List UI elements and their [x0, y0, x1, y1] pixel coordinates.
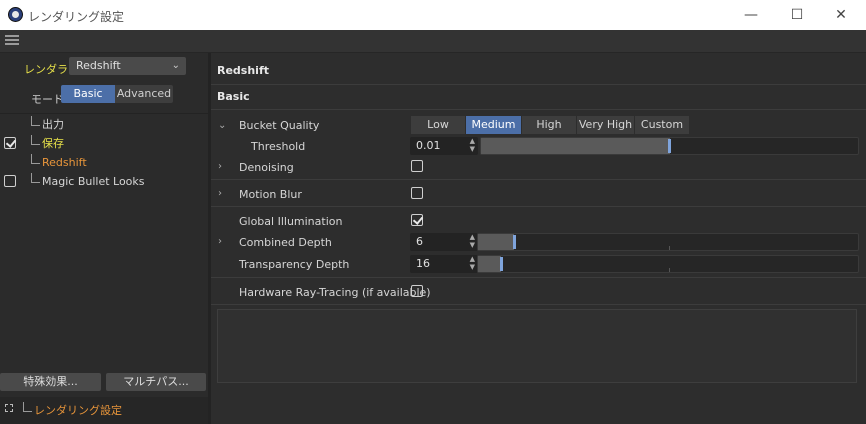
renderer-dropdown[interactable]: Redshift ⌄ [69, 57, 186, 75]
multipass-button[interactable]: マルチパス... [106, 373, 206, 391]
tree-item-label: 保存 [42, 137, 64, 150]
mode-basic-button[interactable]: Basic [61, 85, 115, 103]
combined-depth-label: Combined Depth [239, 236, 332, 249]
combined-depth-input[interactable]: 6 ▲ ▼ [410, 233, 478, 251]
tree-item-label: Magic Bullet Looks [42, 175, 145, 188]
global-illumination-checkbox[interactable] [411, 214, 423, 226]
threshold-value: 0.01 [416, 139, 441, 152]
denoising-checkbox[interactable] [411, 160, 423, 172]
bucket-quality-medium[interactable]: Medium [466, 116, 522, 134]
tree-item-magic-bullet-looks[interactable]: Magic Bullet Looks [31, 172, 145, 191]
global-illumination-label: Global Illumination [239, 215, 343, 228]
spinner-arrows-icon[interactable]: ▲ ▼ [470, 137, 475, 153]
hardware-raytracing-checkbox[interactable] [411, 285, 423, 297]
combined-depth-value: 6 [416, 235, 423, 248]
motion-blur-checkbox[interactable] [411, 187, 423, 199]
settings-sidebar: レンダラー Redshift ⌄ モード Basic Advanced 出力 保… [0, 53, 208, 424]
chevron-right-icon[interactable]: › [218, 236, 222, 247]
spinner-arrows-icon[interactable]: ▲ ▼ [470, 255, 475, 271]
slider-fill [478, 234, 514, 250]
transparency-depth-label: Transparency Depth [239, 258, 350, 271]
tree-item-save[interactable]: 保存 [31, 134, 64, 153]
tree-branch-icon [31, 135, 40, 145]
transparency-depth-value: 16 [416, 257, 430, 270]
divider [211, 179, 866, 180]
bucket-quality-custom[interactable]: Custom [635, 116, 690, 134]
render-setting-item[interactable]: レンダリング設定 [23, 401, 122, 420]
divider [0, 113, 208, 114]
threshold-input[interactable]: 0.01 ▲ ▼ [410, 137, 478, 155]
divider [211, 206, 866, 207]
mode-label: モード [31, 93, 64, 106]
render-setting-label: レンダリング設定 [34, 404, 122, 417]
slider-handle[interactable] [668, 139, 671, 153]
chevron-down-icon[interactable]: ⌄ [218, 120, 226, 131]
title-bar: レンダリング設定 — ☐ ✕ [0, 0, 866, 30]
hardware-raytracing-label: Hardware Ray-Tracing (if available) [239, 286, 431, 299]
divider [211, 304, 866, 305]
slider-fill [481, 138, 670, 154]
toolbar [0, 30, 866, 53]
slider-tick [669, 268, 670, 272]
tree-branch-icon [31, 154, 40, 164]
slider-handle[interactable] [500, 257, 503, 271]
combined-depth-slider[interactable] [477, 233, 859, 251]
threshold-slider[interactable] [480, 137, 859, 155]
tree-item-label: 出力 [42, 118, 64, 131]
transparency-depth-slider[interactable] [477, 255, 859, 273]
tree-item-label: Redshift [42, 156, 87, 169]
close-button[interactable]: ✕ [818, 0, 864, 30]
save-checkbox[interactable] [4, 137, 16, 149]
chevron-right-icon[interactable]: › [218, 188, 222, 199]
hamburger-menu-icon[interactable] [5, 35, 19, 46]
divider [211, 84, 866, 85]
maximize-button[interactable]: ☐ [774, 0, 820, 30]
bucket-quality-low[interactable]: Low [411, 116, 466, 134]
tree-branch-icon [31, 173, 40, 183]
mode-advanced-button[interactable]: Advanced [115, 85, 173, 103]
bucket-quality-very-high[interactable]: Very High [577, 116, 635, 134]
chevron-right-icon[interactable]: › [218, 161, 222, 172]
renderer-dropdown-value: Redshift [76, 59, 121, 72]
panel-header: Redshift [217, 64, 269, 77]
motion-blur-label: Motion Blur [239, 188, 302, 201]
expand-icon[interactable] [5, 404, 13, 412]
render-setting-list: レンダリング設定 [0, 397, 208, 424]
slider-fill [478, 256, 501, 272]
divider [211, 277, 866, 278]
slider-handle[interactable] [513, 235, 516, 249]
spinner-arrows-icon[interactable]: ▲ ▼ [470, 233, 475, 249]
denoising-label: Denoising [239, 161, 294, 174]
tree-item-redshift[interactable]: Redshift [31, 153, 87, 172]
section-header: Basic [217, 90, 250, 103]
divider [211, 109, 866, 110]
bucket-quality-label: Bucket Quality [239, 119, 320, 132]
chevron-down-icon: ⌄ [171, 60, 180, 71]
slider-tick [669, 246, 670, 250]
bucket-quality-high[interactable]: High [522, 116, 577, 134]
threshold-label: Threshold [251, 140, 306, 153]
window-title: レンダリング設定 [28, 10, 125, 24]
description-area [217, 309, 857, 383]
minimize-button[interactable]: — [728, 0, 774, 30]
cinema4d-logo-icon [8, 7, 23, 22]
tree-item-output[interactable]: 出力 [31, 115, 64, 134]
transparency-depth-input[interactable]: 16 ▲ ▼ [410, 255, 478, 273]
tree-branch-icon [23, 402, 32, 412]
settings-panel: Redshift Basic ⌄ Bucket Quality Low Medi… [211, 53, 866, 424]
tree-branch-icon [31, 116, 40, 126]
effects-button[interactable]: 特殊効果... [0, 373, 101, 391]
magic-bullet-checkbox[interactable] [4, 175, 16, 187]
